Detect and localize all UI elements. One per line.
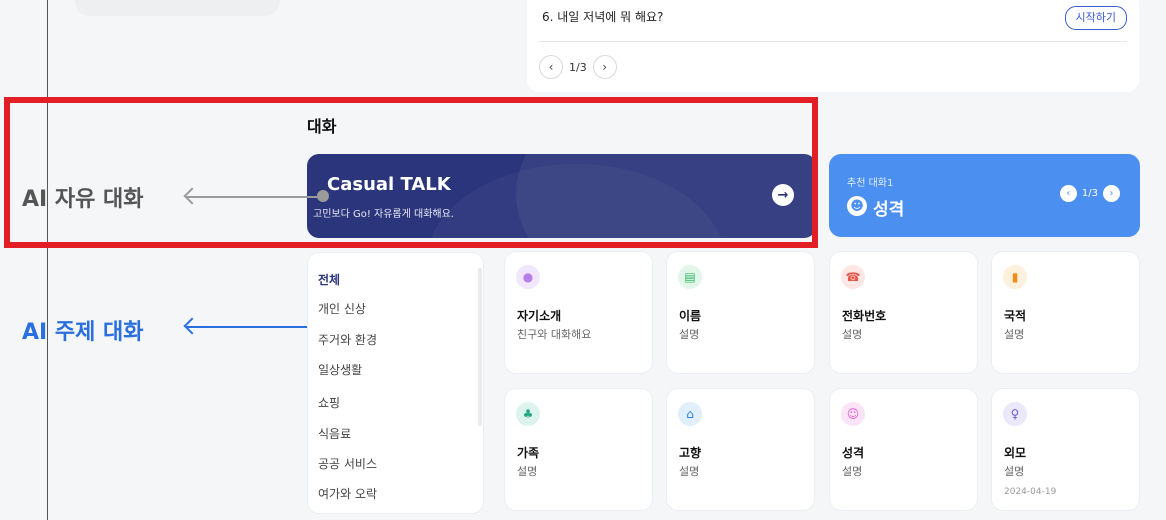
category-item[interactable]: 주거와 환경 bbox=[318, 331, 377, 348]
figure-icon: ♀ bbox=[1003, 402, 1027, 426]
home-icon: ⌂ bbox=[678, 402, 702, 426]
recommend-card[interactable]: 추천 대화1 ☻ 성격 ‹ 1/3 › bbox=[829, 154, 1140, 237]
category-item[interactable]: 쇼핑 bbox=[318, 394, 340, 411]
topic-title: 고향 bbox=[679, 446, 702, 460]
topic-desc: 설명 bbox=[1004, 328, 1025, 341]
topic-title: 외모 bbox=[1004, 446, 1027, 460]
category-panel: 전체 개인 신상 주거와 환경 일상생활 쇼핑 식음료 공공 서비스 여가와 오… bbox=[307, 252, 484, 514]
smile-icon: ☺ bbox=[841, 402, 865, 426]
recommend-label: 추천 대화1 bbox=[847, 178, 894, 189]
topic-desc: 설명 bbox=[842, 465, 863, 478]
family-icon: ♣ bbox=[516, 402, 540, 426]
question-pager: ‹ 1/3 › bbox=[539, 55, 617, 79]
person-icon: ● bbox=[516, 265, 540, 289]
left-border bbox=[47, 0, 48, 520]
divider bbox=[539, 41, 1127, 42]
topic-card[interactable]: ♀ 외모 설명 2024-04-19 bbox=[991, 388, 1140, 511]
category-item[interactable]: 여가와 오락 bbox=[318, 485, 377, 502]
topic-card[interactable]: ☺ 성격 설명 bbox=[829, 388, 978, 511]
smile-icon: ☻ bbox=[847, 196, 867, 216]
topic-desc: 친구와 대화해요 bbox=[517, 328, 592, 341]
recommend-title: 성격 bbox=[873, 200, 905, 220]
topic-desc: 설명 bbox=[517, 465, 538, 478]
casual-talk-subtitle: 고민보다 Go! 자유롭게 대화해요. bbox=[313, 209, 454, 220]
category-item[interactable]: 일상생활 bbox=[318, 361, 362, 378]
topic-card[interactable]: ▤ 이름 설명 bbox=[666, 251, 815, 374]
page-indicator: 1/3 bbox=[569, 60, 587, 74]
start-button[interactable]: 시작하기 bbox=[1064, 6, 1127, 30]
topic-title: 이름 bbox=[679, 309, 702, 323]
topic-card[interactable]: ♣ 가족 설명 bbox=[504, 388, 653, 511]
topic-date: 2024-04-19 bbox=[1004, 487, 1057, 497]
arrow-right-icon[interactable]: → bbox=[772, 184, 794, 206]
category-item[interactable]: 식음료 bbox=[318, 425, 351, 442]
chevron-left-icon[interactable]: ‹ bbox=[1059, 185, 1077, 202]
category-item[interactable]: 공공 서비스 bbox=[318, 455, 377, 472]
page-indicator: 1/3 bbox=[1081, 188, 1098, 199]
topic-desc: 설명 bbox=[1004, 465, 1025, 478]
ghost-pill bbox=[75, 0, 280, 16]
recommend-pager: ‹ 1/3 › bbox=[1059, 185, 1120, 202]
category-item[interactable]: 전체 bbox=[318, 271, 340, 288]
topic-card[interactable]: ● 자기소개 친구와 대화해요 bbox=[504, 251, 653, 374]
topic-desc: 설명 bbox=[842, 328, 863, 341]
topic-title: 성격 bbox=[842, 446, 865, 460]
topic-title: 가족 bbox=[517, 446, 540, 460]
passport-icon: ▮ bbox=[1003, 265, 1027, 289]
scrollbar[interactable] bbox=[478, 268, 482, 426]
topic-card[interactable]: ⌂ 고향 설명 bbox=[666, 388, 815, 511]
chevron-right-icon[interactable]: › bbox=[1103, 185, 1120, 202]
question-card: 6. 내일 저녁에 뭐 해요? 시작하기 ‹ 1/3 › bbox=[527, 0, 1139, 92]
topic-title: 자기소개 bbox=[517, 309, 562, 323]
chevron-right-icon[interactable]: › bbox=[592, 55, 617, 79]
topic-title: 국적 bbox=[1004, 309, 1027, 323]
topic-desc: 설명 bbox=[679, 465, 700, 478]
phone-icon: ☎ bbox=[841, 265, 865, 289]
annotation-topic-talk: AI 주제 대화 bbox=[22, 320, 144, 345]
topic-card[interactable]: ▮ 국적 설명 bbox=[991, 251, 1140, 374]
annotation-free-talk: AI 자유 대화 bbox=[22, 187, 144, 212]
section-title: 대화 bbox=[307, 117, 337, 136]
question-text: 6. 내일 저녁에 뭐 해요? bbox=[542, 10, 664, 24]
topic-title: 전화번호 bbox=[842, 309, 887, 323]
topic-desc: 설명 bbox=[679, 328, 700, 341]
category-item[interactable]: 개인 신상 bbox=[318, 300, 366, 317]
casual-talk-title: Casual TALK bbox=[327, 174, 451, 195]
topic-card[interactable]: ☎ 전화번호 설명 bbox=[829, 251, 978, 374]
id-card-icon: ▤ bbox=[678, 265, 702, 289]
chevron-left-icon[interactable]: ‹ bbox=[539, 55, 563, 79]
arrow-left-icon bbox=[186, 196, 324, 198]
casual-talk-card[interactable]: Casual TALK 고민보다 Go! 자유롭게 대화해요. → bbox=[307, 154, 816, 238]
annotation-dot bbox=[317, 190, 329, 202]
arrow-left-icon bbox=[186, 326, 318, 328]
